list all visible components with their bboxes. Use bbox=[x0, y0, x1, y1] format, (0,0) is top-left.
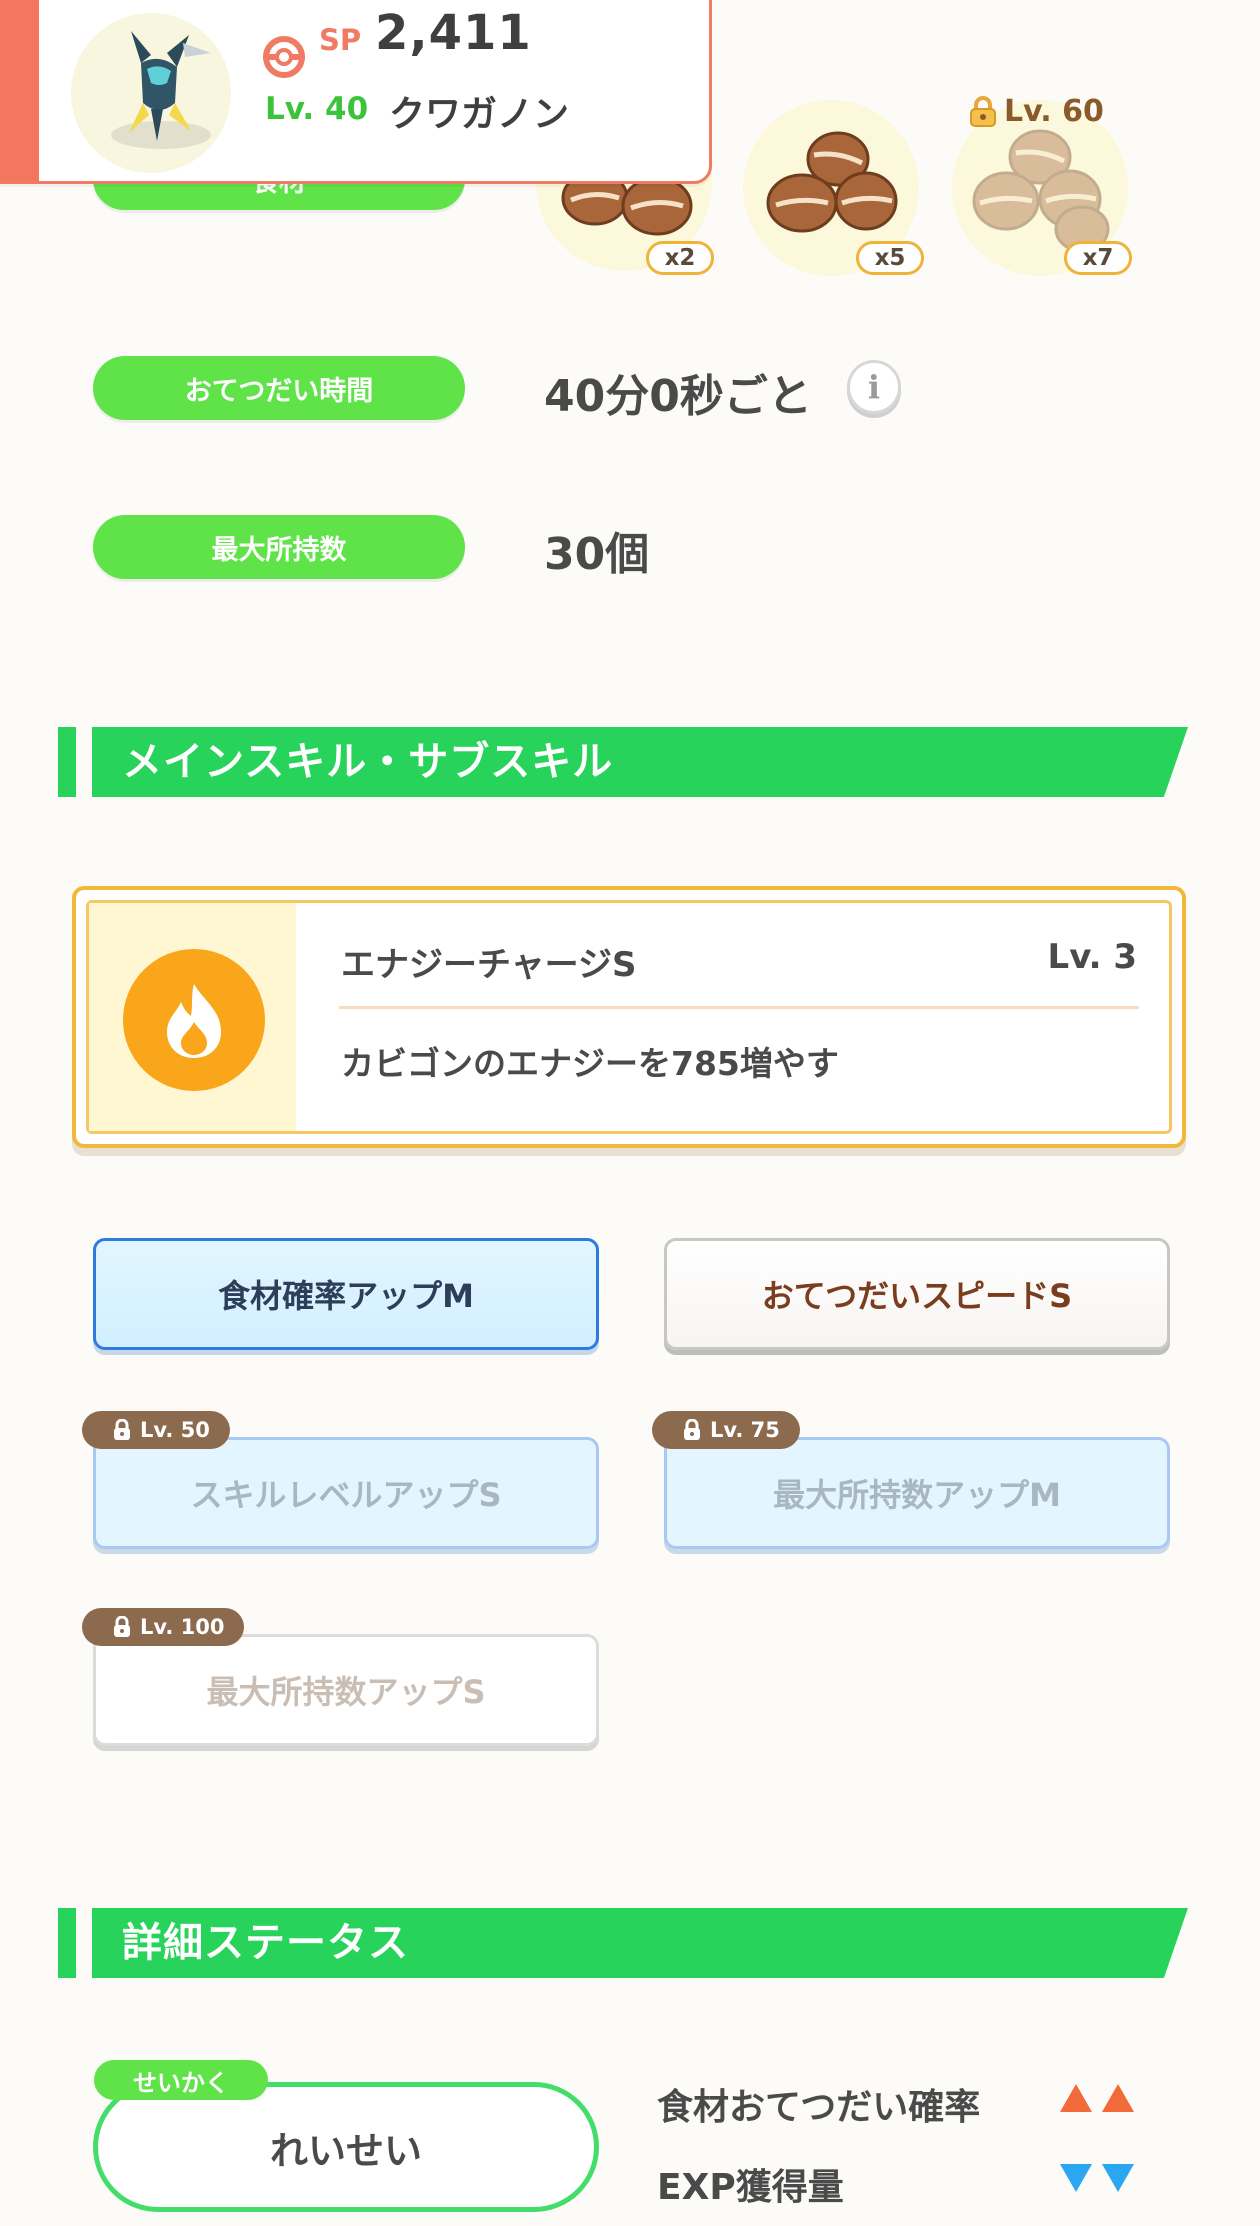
down-arrows-icon bbox=[1058, 2162, 1136, 2194]
max-carry-label: 最大所持数 bbox=[93, 515, 465, 579]
main-skill-card[interactable]: エナジーチャージS Lv. 3 カビゴンのエナジーを785増やす bbox=[72, 886, 1186, 1148]
nature-up-effect-label: 食材おてつだい確率 bbox=[657, 2087, 981, 2128]
main-skill-name: エナジーチャージS bbox=[341, 945, 637, 985]
info-icon[interactable]: i bbox=[847, 360, 901, 414]
sub-skill-2[interactable]: おてつだいスピードS bbox=[664, 1238, 1170, 1350]
pokemon-name: クワガノン bbox=[389, 94, 570, 135]
sub-skill-3-unlock-level: Lv. 50 bbox=[140, 1418, 210, 1442]
lock-icon bbox=[114, 1616, 130, 1637]
nature-value[interactable]: れいせい bbox=[93, 2082, 599, 2212]
sub-skill-5-unlock-tag: Lv. 100 bbox=[82, 1608, 245, 1646]
details-section-header: 詳細ステータス bbox=[58, 1908, 1188, 1978]
main-skill-inner: エナジーチャージS Lv. 3 カビゴンのエナジーを785増やす bbox=[86, 900, 1172, 1134]
nature-tag: せいかく bbox=[94, 2060, 268, 2100]
sub-skill-4-locked[interactable]: 最大所持数アップM bbox=[664, 1437, 1170, 1549]
skills-section-title: メインスキル・サブスキル bbox=[122, 739, 614, 785]
sub-skill-4-unlock-level: Lv. 75 bbox=[710, 1418, 780, 1442]
ingredient-qty-2: x5 bbox=[856, 241, 924, 275]
pokemon-level: Lv. 40 bbox=[265, 91, 369, 127]
sub-skill-5-unlock-level: Lv. 100 bbox=[140, 1615, 225, 1639]
lock-icon bbox=[114, 1419, 130, 1440]
help-time-label: おてつだい時間 bbox=[93, 356, 465, 420]
sp-label: SP bbox=[319, 23, 362, 57]
section-marker bbox=[58, 1908, 76, 1978]
ingredient-unlock-level: Lv. 60 bbox=[968, 94, 1104, 129]
sub-skill-1[interactable]: 食材確率アップM bbox=[93, 1238, 599, 1350]
ingredient-qty-3: x7 bbox=[1064, 241, 1132, 275]
sub-skill-3-unlock-tag: Lv. 50 bbox=[82, 1411, 230, 1449]
sp-icon bbox=[262, 35, 306, 79]
help-time-value: 40分0秒ごと bbox=[544, 371, 812, 422]
main-skill-icon-box bbox=[89, 903, 296, 1131]
pokemon-header-card[interactable]: SP 2,411 Lv. 40 クワガノン bbox=[0, 0, 712, 184]
main-skill-divider bbox=[339, 1006, 1139, 1009]
nature-down-effect-label: EXP獲得量 bbox=[657, 2167, 844, 2208]
up-arrows-icon bbox=[1058, 2082, 1136, 2114]
skills-section-header: メインスキル・サブスキル bbox=[58, 727, 1188, 797]
header-accent-bar bbox=[0, 0, 39, 181]
lock-icon bbox=[970, 95, 996, 127]
details-section-title: 詳細ステータス bbox=[122, 1920, 409, 1966]
sub-skill-3-locked[interactable]: スキルレベルアップS bbox=[93, 1437, 599, 1549]
lock-icon bbox=[684, 1419, 700, 1440]
section-marker bbox=[58, 727, 76, 797]
pokemon-avatar bbox=[71, 13, 231, 173]
ingredient-qty-1: x2 bbox=[646, 241, 714, 275]
main-skill-description: カビゴンのエナジーを785増やす bbox=[341, 1044, 839, 1083]
max-carry-value: 30個 bbox=[544, 529, 650, 580]
sp-value: 2,411 bbox=[375, 5, 532, 61]
fire-icon bbox=[123, 949, 265, 1091]
ingredient-unlock-level-text: Lv. 60 bbox=[1004, 94, 1104, 129]
main-skill-level: Lv. 3 bbox=[1047, 937, 1137, 977]
sub-skill-5-locked[interactable]: 最大所持数アップS bbox=[93, 1634, 599, 1746]
sub-skill-4-unlock-tag: Lv. 75 bbox=[652, 1411, 800, 1449]
